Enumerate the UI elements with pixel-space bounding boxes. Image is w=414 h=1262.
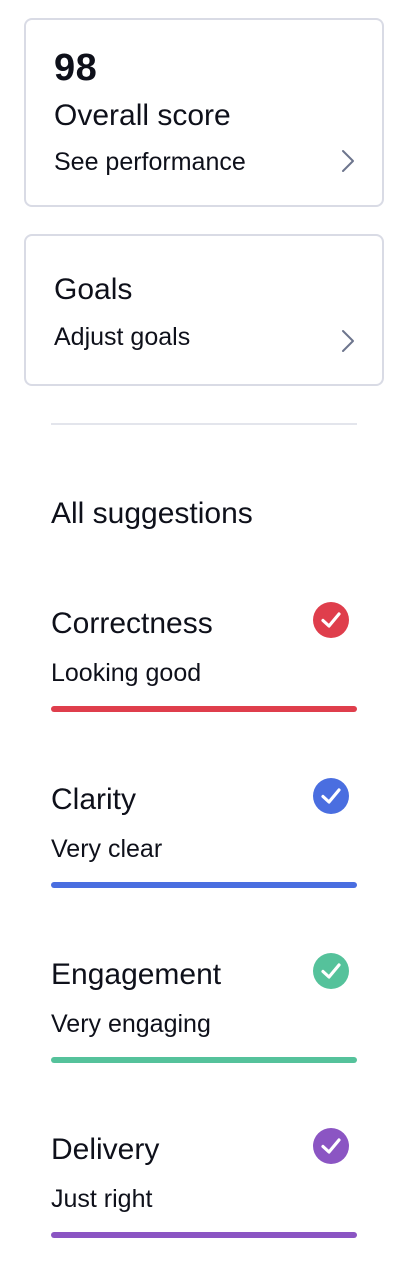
- suggestion-progress-bar: [51, 706, 357, 712]
- see-performance-link[interactable]: See performance: [54, 147, 246, 177]
- goals-title: Goals: [54, 273, 133, 306]
- adjust-goals-link[interactable]: Adjust goals: [54, 322, 190, 352]
- overall-score-card[interactable]: 98 Overall score See performance: [24, 18, 384, 207]
- suggestion-status: Very engaging: [51, 1010, 211, 1038]
- goals-card[interactable]: Goals Adjust goals: [24, 234, 384, 386]
- suggestion-title: Correctness: [51, 607, 213, 640]
- section-divider: [51, 423, 357, 425]
- chevron-right-icon: [342, 150, 354, 172]
- suggestion-delivery[interactable]: Delivery Just right: [51, 1128, 357, 1248]
- suggestion-clarity[interactable]: Clarity Very clear: [51, 778, 357, 898]
- chevron-right-icon: [342, 330, 354, 352]
- suggestion-correctness[interactable]: Correctness Looking good: [51, 602, 357, 722]
- suggestion-status: Very clear: [51, 835, 163, 863]
- check-circle-icon: [313, 778, 349, 814]
- suggestion-progress-bar: [51, 882, 357, 888]
- overall-score-title: Overall score: [54, 99, 231, 132]
- check-circle-icon: [313, 953, 349, 989]
- suggestion-title: Delivery: [51, 1133, 160, 1166]
- overall-score-value: 98: [54, 47, 98, 89]
- suggestion-progress-bar: [51, 1232, 357, 1238]
- suggestion-engagement[interactable]: Engagement Very engaging: [51, 953, 357, 1073]
- check-circle-icon: [313, 602, 349, 638]
- suggestion-title: Clarity: [51, 783, 137, 816]
- suggestion-progress-bar: [51, 1057, 357, 1063]
- check-circle-icon: [313, 1128, 349, 1164]
- suggestion-title: Engagement: [51, 958, 222, 991]
- suggestion-status: Just right: [51, 1185, 153, 1213]
- suggestion-status: Looking good: [51, 659, 202, 687]
- all-suggestions-heading: All suggestions: [51, 497, 253, 530]
